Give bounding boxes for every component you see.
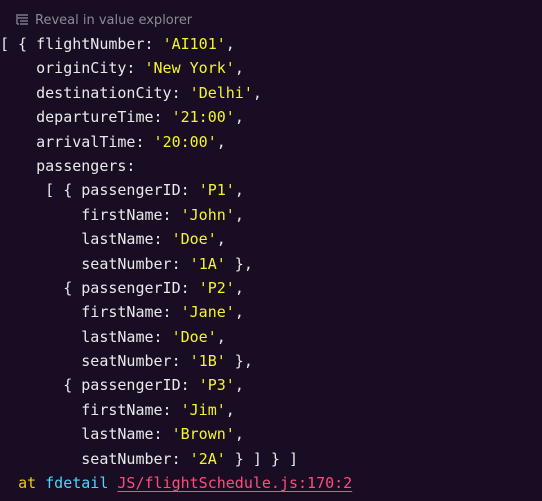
code-line: { passengerID: 'P3', [0,376,244,395]
code-line: departureTime: '21:00', [0,108,244,127]
code-line: lastName: 'Brown', [0,425,244,444]
code-line: arrivalTime: '20:00', [0,132,226,151]
first-name-value: Jane [189,303,226,322]
code-line: destinationCity: 'Delhi', [0,83,262,102]
code-line: firstName: 'Jane', [0,303,244,322]
code-line: originCity: 'New York', [0,59,244,78]
seat-number-value: 1B [198,352,217,371]
first-name-value: Jim [189,400,217,419]
origin-city-value: New York [153,59,226,78]
code-line: [ { flightNumber: 'AI101', [0,35,235,53]
code-line: passengers: [0,156,136,175]
code-line: lastName: 'Doe', [0,327,226,346]
seat-number-value: 2A [198,449,217,468]
flight-number-value: AI101 [171,35,217,53]
departure-time-value: 21:00 [180,108,226,127]
stack-trace-line: at fdetail JS/flightSchedule.js:170:2 [0,471,352,495]
code-line: seatNumber: '1A' }, [0,254,253,273]
passenger-id-value: P1 [207,181,226,200]
list-filter-icon [14,12,30,28]
code-line: { passengerID: 'P2', [0,278,244,297]
last-name-value: Doe [180,230,208,249]
source-location-link[interactable]: JS/flightSchedule.js:170:2 [117,474,352,492]
reveal-in-value-explorer-link[interactable]: Reveal in value explorer [14,10,192,30]
console-output-panel: Reveal in value explorer [ { flightNumbe… [0,0,542,501]
stack-function-name: fdetail [45,474,109,493]
code-line: firstName: 'Jim', [0,400,235,419]
passenger-id-value: P2 [207,278,226,297]
passenger-id-value: P3 [207,376,226,395]
code-line: seatNumber: '1B' }, [0,352,253,371]
code-line: firstName: 'John', [0,205,244,224]
seat-number-value: 1A [198,254,217,273]
code-line: lastName: 'Doe', [0,230,226,249]
code-line: seatNumber: '2A' } ] } ] [0,449,299,468]
code-line: [ { passengerID: 'P1', [0,181,244,200]
last-name-value: Doe [180,327,208,346]
reveal-label: Reveal in value explorer [35,12,193,28]
destination-city-value: Delhi [198,83,244,102]
last-name-value: Brown [180,425,226,444]
arrival-time-value: 20:00 [162,132,208,151]
stack-at-keyword: at [18,474,37,493]
logged-object-value: [ { flightNumber: 'AI101', originCity: '… [0,32,352,495]
first-name-value: John [189,205,226,224]
